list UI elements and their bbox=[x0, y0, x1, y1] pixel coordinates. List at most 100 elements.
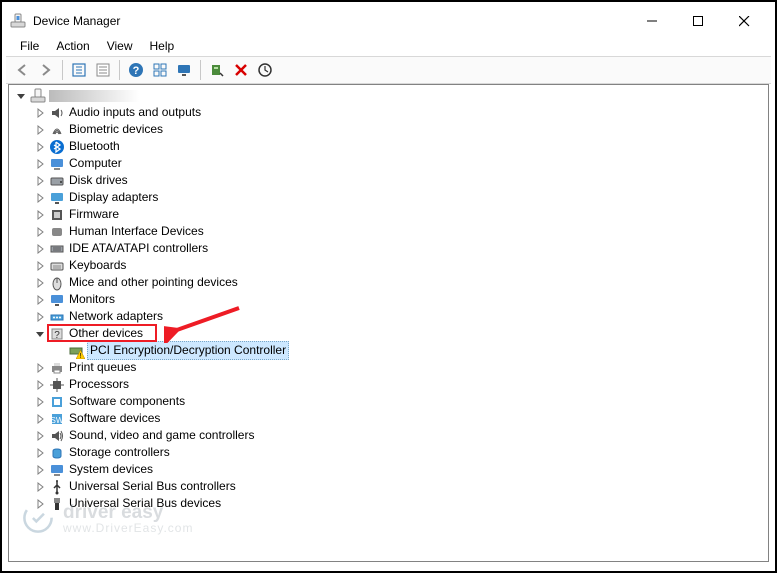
tree-item[interactable]: Bluetooth bbox=[15, 138, 768, 155]
device-category-icon bbox=[49, 445, 65, 461]
device-icon: ! bbox=[68, 343, 84, 359]
tree-item-label: Bluetooth bbox=[68, 138, 123, 155]
tree-item[interactable]: System devices bbox=[15, 461, 768, 478]
tree-item-label: Mice and other pointing devices bbox=[68, 274, 241, 291]
forward-button[interactable] bbox=[34, 58, 58, 82]
device-category-icon bbox=[49, 428, 65, 444]
expander-icon[interactable] bbox=[34, 192, 46, 204]
expander-icon[interactable] bbox=[34, 430, 46, 442]
tree-item[interactable]: Processors bbox=[15, 376, 768, 393]
tree-item[interactable]: Human Interface Devices bbox=[15, 223, 768, 240]
show-hidden-button[interactable] bbox=[67, 58, 91, 82]
tiles-button[interactable] bbox=[148, 58, 172, 82]
tree-item[interactable]: IDE ATA/ATAPI controllers bbox=[15, 240, 768, 257]
menubar: File Action View Help bbox=[6, 36, 771, 56]
expander-icon[interactable] bbox=[34, 158, 46, 170]
close-button[interactable] bbox=[721, 6, 767, 36]
expander-icon[interactable] bbox=[34, 260, 46, 272]
minimize-button[interactable] bbox=[629, 6, 675, 36]
menu-file[interactable]: File bbox=[12, 38, 47, 54]
tree-item[interactable]: Monitors bbox=[15, 291, 768, 308]
tree-item[interactable]: Mice and other pointing devices bbox=[15, 274, 768, 291]
expander-icon[interactable] bbox=[34, 209, 46, 221]
properties-button[interactable] bbox=[91, 58, 115, 82]
tree-item[interactable]: Print queues bbox=[15, 359, 768, 376]
expander-icon[interactable] bbox=[34, 175, 46, 187]
expander-icon[interactable] bbox=[34, 379, 46, 391]
tree-root[interactable] bbox=[15, 87, 768, 104]
tree-item[interactable]: Universal Serial Bus devices bbox=[15, 495, 768, 512]
menu-view[interactable]: View bbox=[99, 38, 141, 54]
display-button[interactable] bbox=[172, 58, 196, 82]
tree-item[interactable]: Software components bbox=[15, 393, 768, 410]
scan-hardware-button[interactable] bbox=[205, 58, 229, 82]
device-category-icon bbox=[49, 462, 65, 478]
tree-item-label: Print queues bbox=[68, 359, 139, 376]
tree-item-label: Disk drives bbox=[68, 172, 131, 189]
expander-icon[interactable] bbox=[34, 464, 46, 476]
help-button[interactable]: ? bbox=[124, 58, 148, 82]
expander-icon[interactable] bbox=[34, 243, 46, 255]
arrow-annotation bbox=[164, 303, 244, 346]
device-category-icon bbox=[49, 224, 65, 240]
expander-icon[interactable] bbox=[34, 294, 46, 306]
expander-icon[interactable] bbox=[34, 107, 46, 119]
tree-item[interactable]: Storage controllers bbox=[15, 444, 768, 461]
menu-help[interactable]: Help bbox=[142, 38, 183, 54]
tree-item-label: Display adapters bbox=[68, 189, 161, 206]
device-category-icon bbox=[49, 360, 65, 376]
expander-icon[interactable] bbox=[34, 328, 46, 340]
svg-text:!: ! bbox=[79, 353, 81, 359]
device-category-icon: SW bbox=[49, 411, 65, 427]
device-category-icon bbox=[49, 258, 65, 274]
tree-item[interactable]: Biometric devices bbox=[15, 121, 768, 138]
watermark-url: www.DriverEasy.com bbox=[63, 522, 193, 534]
separator bbox=[119, 60, 120, 80]
separator bbox=[62, 60, 63, 80]
tree-item[interactable]: Sound, video and game controllers bbox=[15, 427, 768, 444]
uninstall-button[interactable] bbox=[229, 58, 253, 82]
device-category-icon bbox=[49, 190, 65, 206]
device-category-icon bbox=[49, 479, 65, 495]
tree-item[interactable]: Computer bbox=[15, 155, 768, 172]
expander-icon[interactable] bbox=[34, 447, 46, 459]
tree-item[interactable]: Keyboards bbox=[15, 257, 768, 274]
expander-icon[interactable] bbox=[34, 311, 46, 323]
expander-icon[interactable] bbox=[34, 396, 46, 408]
expander-icon[interactable] bbox=[15, 90, 27, 102]
window-title: Device Manager bbox=[33, 14, 120, 28]
tree-item[interactable]: Firmware bbox=[15, 206, 768, 223]
device-category-icon bbox=[49, 292, 65, 308]
expander-icon[interactable] bbox=[34, 498, 46, 510]
expander-icon[interactable] bbox=[34, 362, 46, 374]
tree-item[interactable]: Audio inputs and outputs bbox=[15, 104, 768, 121]
tree-item-label: Keyboards bbox=[68, 257, 129, 274]
tree-item[interactable]: SWSoftware devices bbox=[15, 410, 768, 427]
device-category-icon bbox=[49, 105, 65, 121]
tree-item[interactable]: Universal Serial Bus controllers bbox=[15, 478, 768, 495]
expander-icon[interactable] bbox=[34, 141, 46, 153]
tree-item[interactable]: Disk drives bbox=[15, 172, 768, 189]
tree-item-label: Software components bbox=[68, 393, 188, 410]
computer-icon bbox=[30, 88, 46, 104]
expander-icon[interactable] bbox=[34, 226, 46, 238]
device-category-icon bbox=[49, 241, 65, 257]
tree-item-label: Computer bbox=[68, 155, 125, 172]
back-button[interactable] bbox=[10, 58, 34, 82]
device-tree[interactable]: Audio inputs and outputsBiometric device… bbox=[8, 84, 769, 562]
menu-action[interactable]: Action bbox=[48, 38, 97, 54]
update-driver-button[interactable] bbox=[253, 58, 277, 82]
tree-item[interactable]: Network adapters bbox=[15, 308, 768, 325]
tree-item-label: Universal Serial Bus controllers bbox=[68, 478, 239, 495]
tree-child-item[interactable]: !PCI Encryption/Decryption Controller bbox=[15, 342, 768, 359]
expander-icon[interactable] bbox=[34, 124, 46, 136]
tree-item[interactable]: Display adapters bbox=[15, 189, 768, 206]
tree-item-label: Biometric devices bbox=[68, 121, 166, 138]
device-category-icon bbox=[49, 377, 65, 393]
maximize-button[interactable] bbox=[675, 6, 721, 36]
expander-icon[interactable] bbox=[34, 481, 46, 493]
tree-item-label: Audio inputs and outputs bbox=[68, 104, 204, 121]
tree-item-label: IDE ATA/ATAPI controllers bbox=[68, 240, 211, 257]
expander-icon[interactable] bbox=[34, 277, 46, 289]
expander-icon[interactable] bbox=[34, 413, 46, 425]
